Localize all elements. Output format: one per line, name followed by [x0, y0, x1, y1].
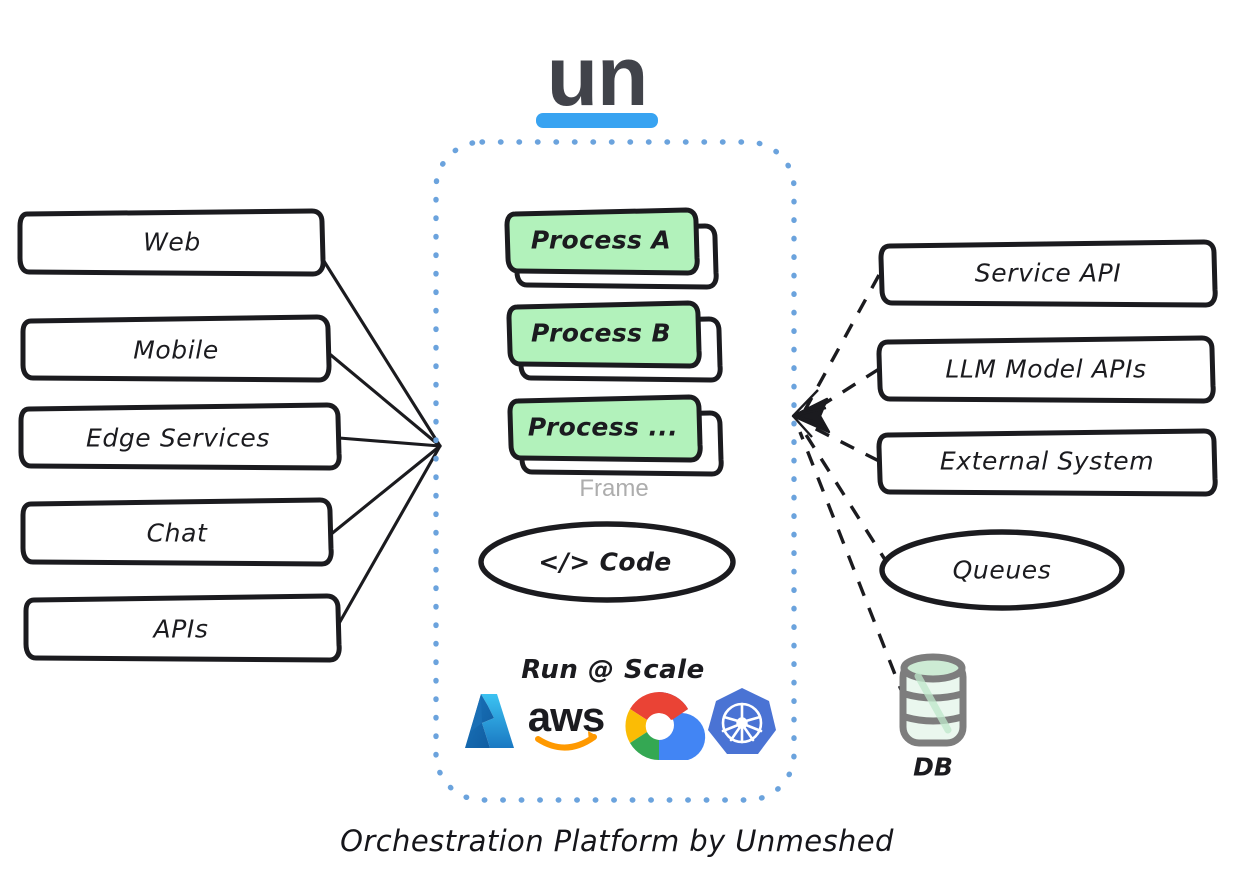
integration-box-external-system-hotspot[interactable]	[879, 431, 1215, 494]
client-box-edge-services-hotspot[interactable]	[21, 405, 340, 469]
client-box-web-hotspot[interactable]	[20, 210, 325, 275]
un-logo-underline	[536, 113, 658, 128]
queues-node-hotspot[interactable]	[882, 532, 1122, 608]
client-box-apis-hotspot[interactable]	[26, 596, 340, 661]
diagram-canvas: aws un Web Mobile Edge Services Chat API…	[0, 0, 1235, 880]
database-node-hotspot[interactable]	[900, 655, 968, 780]
integration-box-service-api-hotspot[interactable]	[881, 242, 1215, 305]
client-box-chat-hotspot[interactable]	[23, 500, 332, 565]
integration-box-llm-model-apis-hotspot[interactable]	[879, 338, 1213, 401]
client-box-mobile-hotspot[interactable]	[23, 317, 330, 381]
platform-container-hotspot[interactable]	[436, 142, 794, 800]
